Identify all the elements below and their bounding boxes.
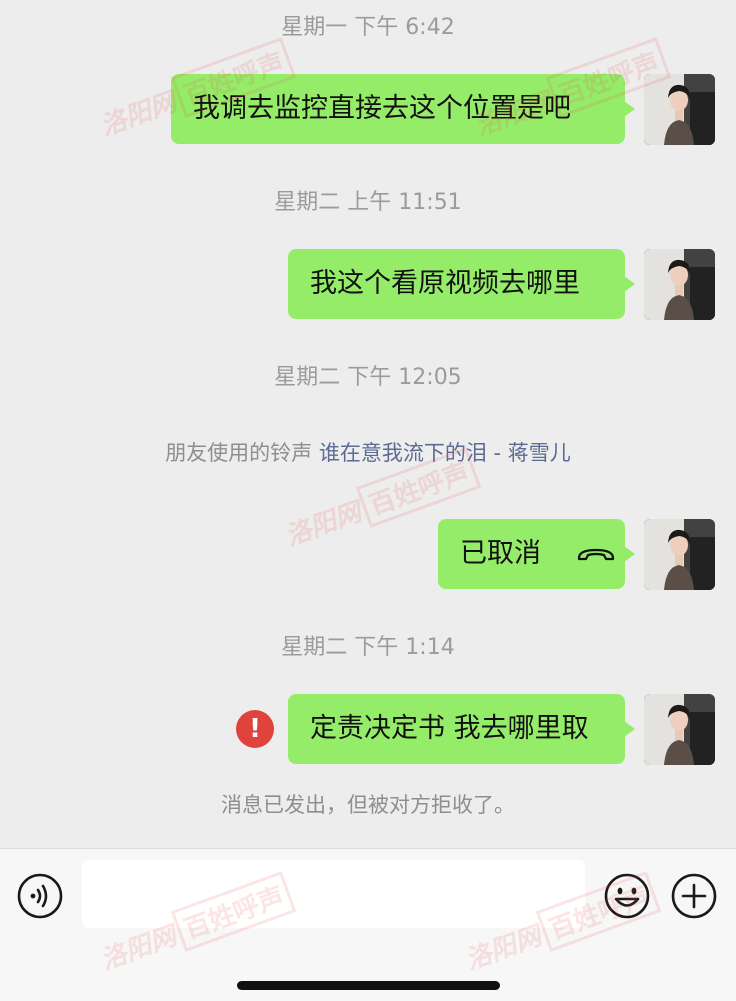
phone-hangup-icon bbox=[576, 520, 616, 590]
ringtone-notice: 朋友使用的铃声 谁在意我流下的泪 - 蒋雪儿 bbox=[0, 438, 736, 468]
message-bubble[interactable]: 我这个看原视频去哪里 bbox=[288, 249, 635, 319]
avatar[interactable] bbox=[644, 74, 715, 145]
voice-input-button[interactable] bbox=[16, 872, 64, 920]
voice-icon bbox=[17, 873, 63, 919]
message-bubble[interactable]: 定责决定书 我去哪里取 bbox=[288, 694, 635, 764]
timestamp: 星期二 上午 11:51 bbox=[274, 190, 462, 215]
input-bar: 洛阳网百姓呼声 洛阳网百姓呼声 bbox=[0, 848, 736, 1001]
error-icon[interactable]: ! bbox=[236, 710, 274, 748]
call-status: 已取消 bbox=[460, 538, 541, 569]
timestamp: 星期二 下午 1:14 bbox=[281, 635, 455, 660]
message-bubble[interactable]: 我调去监控直接去这个位置是吧 bbox=[171, 74, 635, 144]
timestamp: 星期二 下午 12:05 bbox=[274, 365, 462, 390]
timestamp: 星期一 下午 6:42 bbox=[281, 15, 455, 40]
ringtone-prefix: 朋友使用的铃声 bbox=[165, 441, 313, 465]
avatar[interactable] bbox=[644, 694, 715, 765]
emoji-icon bbox=[604, 873, 650, 919]
call-record-bubble[interactable]: 已取消 bbox=[438, 519, 635, 590]
home-indicator[interactable] bbox=[237, 981, 500, 990]
message-input[interactable] bbox=[82, 860, 585, 928]
ringtone-link[interactable]: 谁在意我流下的泪 - 蒋雪儿 bbox=[319, 441, 571, 465]
plus-icon bbox=[671, 873, 717, 919]
avatar[interactable] bbox=[644, 249, 715, 320]
rejected-notice: 消息已发出，但被对方拒收了。 bbox=[221, 793, 515, 817]
more-button[interactable] bbox=[670, 872, 718, 920]
avatar[interactable] bbox=[644, 519, 715, 590]
chat-area: 星期一 下午 6:42 我调去监控直接去这个位置是吧 星期二 上午 11:51 … bbox=[0, 0, 736, 848]
emoji-button[interactable] bbox=[603, 872, 651, 920]
